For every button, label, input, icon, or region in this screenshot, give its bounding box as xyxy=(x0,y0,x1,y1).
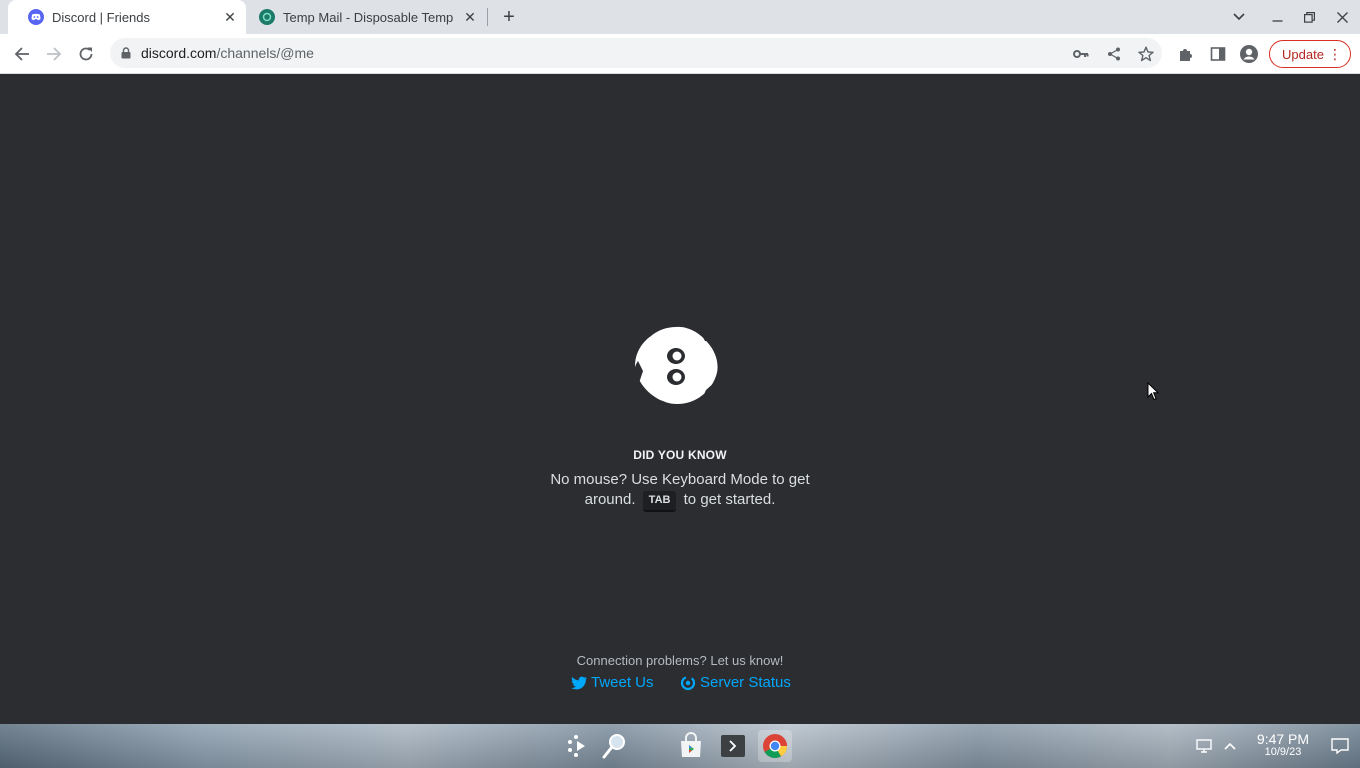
did-you-know-heading: DID YOU KNOW xyxy=(633,448,727,462)
update-label: Update xyxy=(1282,46,1324,62)
new-tab-button[interactable]: + xyxy=(498,6,520,28)
notifications-icon[interactable] xyxy=(1330,736,1350,756)
restore-button[interactable] xyxy=(1293,0,1325,34)
minimize-button[interactable] xyxy=(1261,0,1293,34)
bookmark-star-icon[interactable] xyxy=(1137,45,1155,63)
clock-date: 10/9/23 xyxy=(1264,746,1302,758)
server-status-icon xyxy=(680,675,696,691)
tab-separator xyxy=(487,8,488,26)
url-host: discord.com xyxy=(141,45,217,61)
close-icon[interactable]: ✕ xyxy=(220,7,240,27)
menu-kebab-icon[interactable]: ⋮ xyxy=(1328,46,1342,62)
store-icon[interactable] xyxy=(674,730,708,762)
tab-title: Discord | Friends xyxy=(52,9,151,25)
help-links: Tweet Us Server Status xyxy=(560,674,800,694)
connection-problems-text: Connection problems? Let us know! xyxy=(576,653,784,668)
taskbar-clock[interactable]: 9:47 PM 10/9/23 xyxy=(1246,731,1320,759)
url-text[interactable]: discord.com/channels/@me xyxy=(141,45,314,61)
discord-icon xyxy=(28,9,44,25)
search-icon[interactable] xyxy=(597,730,631,762)
tab-title: Temp Mail - Disposable Temp xyxy=(283,9,454,25)
back-button[interactable] xyxy=(7,39,37,69)
close-window-button[interactable] xyxy=(1326,0,1358,34)
terminal-icon[interactable] xyxy=(716,730,750,762)
server-status-label: Server Status xyxy=(700,674,791,691)
address-bar[interactable]: discord.com/channels/@me xyxy=(110,38,1162,68)
close-icon[interactable]: ✕ xyxy=(460,7,480,27)
forward-button[interactable] xyxy=(39,39,69,69)
tab-discord-friends[interactable]: Discord | Friends ✕ xyxy=(8,0,246,34)
tab-temp-mail[interactable]: Temp Mail - Disposable Temp ✕ xyxy=(246,0,486,34)
side-panel-icon[interactable] xyxy=(1207,43,1229,65)
mouse-cursor-icon xyxy=(1147,382,1159,401)
twitter-icon xyxy=(571,676,587,690)
update-button[interactable]: Update ⋮ xyxy=(1269,40,1351,68)
tip-text: No mouse? Use Keyboard Mode to get aroun… xyxy=(530,470,830,512)
browser-tab-strip: Discord | Friends ✕ Temp Mail - Disposab… xyxy=(0,0,1360,34)
tempmail-icon xyxy=(259,9,275,25)
tab-key-badge: TAB xyxy=(642,491,677,512)
reload-button[interactable] xyxy=(71,39,101,69)
tab-search-chevron-icon[interactable] xyxy=(1223,0,1255,34)
lock-icon[interactable] xyxy=(121,47,131,59)
discord-logo-icon xyxy=(634,326,718,406)
launcher-icon[interactable] xyxy=(560,730,594,762)
os-taskbar: 9:47 PM 10/9/23 xyxy=(0,724,1360,768)
share-icon[interactable] xyxy=(1105,45,1123,63)
chevron-up-icon[interactable] xyxy=(1220,736,1240,756)
profile-avatar-icon[interactable] xyxy=(1238,43,1260,65)
key-icon[interactable] xyxy=(1072,45,1090,63)
clock-time: 9:47 PM xyxy=(1256,731,1310,747)
tip-text-after: to get started. xyxy=(683,491,776,508)
tweet-us-label: Tweet Us xyxy=(591,674,654,691)
url-path: /channels/@me xyxy=(216,45,314,61)
extensions-icon[interactable] xyxy=(1175,43,1197,65)
chrome-icon[interactable] xyxy=(758,730,792,762)
browser-toolbar: discord.com/channels/@me Update ⋮ xyxy=(0,34,1360,74)
tweet-us-link[interactable]: Tweet Us xyxy=(571,674,654,691)
screen-capture-icon[interactable] xyxy=(1194,736,1214,756)
server-status-link[interactable]: Server Status xyxy=(680,674,791,691)
